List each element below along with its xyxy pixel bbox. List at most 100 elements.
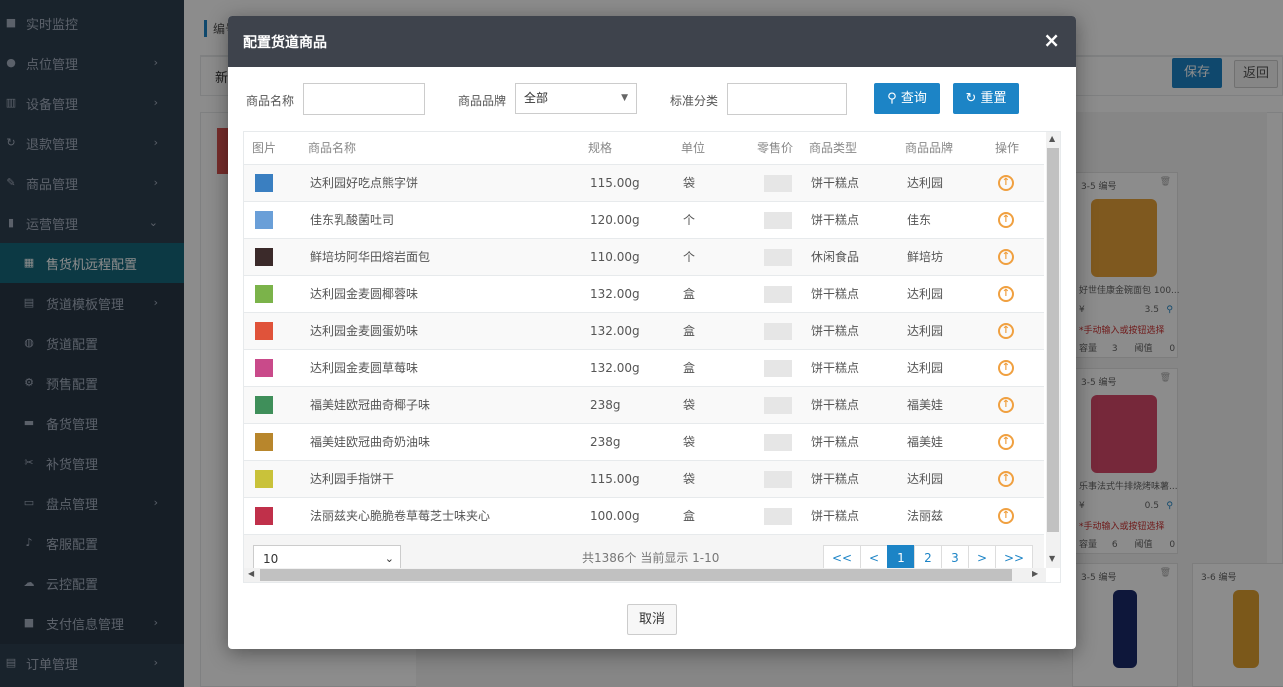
spec-cell: 115.00g: [590, 472, 640, 486]
brand-cell: 达利园: [907, 287, 944, 301]
brand-cell: 达利园: [907, 324, 944, 338]
table-row[interactable]: 鲜培坊阿华田熔岩面包 110.00g 个 休闲食品 鲜培坊 ↑: [244, 239, 1044, 276]
retail-price-cell: [764, 397, 792, 414]
brand-cell: 达利园: [907, 361, 944, 375]
product-table: 图片 商品名称 规格 单位 零售价 商品类型 商品品牌 操作 达利园好吃点熊字饼…: [243, 131, 1061, 583]
select-arrow-up-icon[interactable]: ↑: [998, 286, 1014, 302]
unit-cell: 袋: [683, 435, 696, 449]
page-size-value: 10: [263, 552, 279, 566]
table-row[interactable]: 达利园金麦圆草莓味 132.00g 盒 饼干糕点 达利园 ↑: [244, 350, 1044, 387]
query-button-label: 查询: [900, 91, 927, 106]
product-name-cell: 佳东乳酸菌吐司: [310, 213, 395, 227]
select-arrow-up-icon[interactable]: ↑: [998, 249, 1014, 265]
spec-cell: 132.00g: [590, 324, 640, 338]
table-row[interactable]: 法丽兹夹心脆脆卷草莓芝士味夹心 100.00g 盒 饼干糕点 法丽兹 ↑: [244, 498, 1044, 535]
select-arrow-up-icon[interactable]: ↑: [998, 397, 1014, 413]
select-arrow-up-icon[interactable]: ↑: [998, 360, 1014, 376]
spec-cell: 238g: [590, 435, 621, 449]
product-thumbnail: [255, 285, 273, 303]
scroll-up-icon[interactable]: ▲: [1049, 134, 1055, 143]
type-cell: 饼干糕点: [811, 213, 860, 227]
unit-cell: 个: [683, 213, 696, 227]
select-arrow-up-icon[interactable]: ↑: [998, 471, 1014, 487]
scroll-right-icon[interactable]: ▶: [1032, 569, 1038, 578]
product-name-label: 商品名称: [246, 94, 295, 108]
select-arrow-up-icon[interactable]: ↑: [998, 212, 1014, 228]
brand-cell: 佳东: [907, 213, 932, 227]
product-thumbnail: [255, 174, 273, 192]
cancel-button[interactable]: 取消: [627, 604, 677, 635]
scrollbar-thumb[interactable]: [260, 569, 1012, 581]
product-thumbnail: [255, 248, 273, 266]
standard-category-label: 标准分类: [670, 94, 719, 108]
product-thumbnail: [255, 211, 273, 229]
product-thumbnail: [255, 507, 273, 525]
unit-cell: 盒: [683, 361, 696, 375]
product-thumbnail: [255, 359, 273, 377]
table-row[interactable]: 达利园好吃点熊字饼 115.00g 袋 饼干糕点 达利园 ↑: [244, 165, 1044, 202]
select-arrow-up-icon[interactable]: ↑: [998, 175, 1014, 191]
spec-cell: 238g: [590, 398, 621, 412]
unit-cell: 盒: [683, 509, 696, 523]
spec-cell: 100.00g: [590, 509, 640, 523]
product-name-input[interactable]: [303, 83, 425, 115]
product-name-cell: 达利园金麦圆蛋奶味: [310, 324, 419, 338]
brand-cell: 鲜培坊: [907, 250, 944, 264]
table-row[interactable]: 达利园金麦圆椰蓉味 132.00g 盒 饼干糕点 达利园 ↑: [244, 276, 1044, 313]
caret-down-icon: ▼: [621, 93, 628, 103]
type-cell: 饼干糕点: [811, 472, 860, 486]
scrollbar-thumb[interactable]: [1047, 148, 1059, 532]
brand-cell: 达利园: [907, 176, 944, 190]
table-row[interactable]: 达利园手指饼干 115.00g 袋 饼干糕点 达利园 ↑: [244, 461, 1044, 498]
refresh-icon: ↻: [965, 91, 977, 106]
product-name-cell: 达利园金麦圆草莓味: [310, 361, 419, 375]
unit-cell: 袋: [683, 176, 696, 190]
select-arrow-up-icon[interactable]: ↑: [998, 434, 1014, 450]
product-brand-select[interactable]: 全部 ▼: [515, 83, 637, 114]
reset-button[interactable]: ↻ 重置: [953, 83, 1019, 114]
close-icon[interactable]: ×: [1043, 28, 1060, 52]
table-row[interactable]: 福美娃欧冠曲奇椰子味 238g 袋 饼干糕点 福美娃 ↑: [244, 387, 1044, 424]
scroll-down-icon[interactable]: ▼: [1049, 554, 1055, 563]
product-name-cell: 福美娃欧冠曲奇奶油味: [310, 435, 431, 449]
column-header: 商品类型: [809, 141, 858, 155]
retail-price-cell: [764, 360, 792, 377]
unit-cell: 袋: [683, 398, 696, 412]
retail-price-cell: [764, 286, 792, 303]
product-thumbnail: [255, 322, 273, 340]
table-footer: 10 ⌄ 共1386个 当前显示 1-10 << <1 2 3 > >>: [244, 535, 1044, 573]
type-cell: 饼干糕点: [811, 435, 860, 449]
table-row[interactable]: 佳东乳酸菌吐司 120.00g 个 饼干糕点 佳东 ↑: [244, 202, 1044, 239]
product-brand-label: 商品品牌: [458, 94, 507, 108]
retail-price-cell: [764, 471, 792, 488]
query-button[interactable]: ⚲ 查询: [874, 83, 940, 114]
brand-cell: 法丽兹: [907, 509, 944, 523]
spec-cell: 132.00g: [590, 361, 640, 375]
spec-cell: 110.00g: [590, 250, 640, 264]
column-header: 商品品牌: [905, 141, 954, 155]
spec-cell: 115.00g: [590, 176, 640, 190]
brand-select-value: 全部: [524, 91, 549, 105]
pagination-info: 共1386个 当前显示 1-10: [582, 551, 720, 565]
select-arrow-up-icon[interactable]: ↑: [998, 323, 1014, 339]
vertical-scrollbar[interactable]: ▲ ▼: [1046, 132, 1060, 568]
product-name-cell: 福美娃欧冠曲奇椰子味: [310, 398, 431, 412]
type-cell: 饼干糕点: [811, 398, 860, 412]
retail-price-cell: [764, 508, 792, 525]
scroll-left-icon[interactable]: ◀: [248, 569, 254, 578]
product-name-cell: 鲜培坊阿华田熔岩面包: [310, 250, 431, 264]
table-row[interactable]: 达利园金麦圆蛋奶味 132.00g 盒 饼干糕点 达利园 ↑: [244, 313, 1044, 350]
column-header: 零售价: [757, 141, 794, 155]
column-header: 单位: [681, 141, 706, 155]
horizontal-scrollbar[interactable]: ◀ ▶: [244, 568, 1046, 582]
column-header: 规格: [588, 141, 613, 155]
reset-button-label: 重置: [980, 91, 1007, 106]
select-arrow-up-icon[interactable]: ↑: [998, 508, 1014, 524]
retail-price-cell: [764, 212, 792, 229]
configure-slot-product-modal: 配置货道商品 × 商品名称 商品品牌 全部 ▼ 标准分类 ⚲ 查询 ↻ 重置 图…: [228, 16, 1076, 649]
brand-cell: 福美娃: [907, 398, 944, 412]
table-row[interactable]: 福美娃欧冠曲奇奶油味 238g 袋 饼干糕点 福美娃 ↑: [244, 424, 1044, 461]
brand-cell: 福美娃: [907, 435, 944, 449]
standard-category-input[interactable]: [727, 83, 847, 115]
type-cell: 饼干糕点: [811, 324, 860, 338]
